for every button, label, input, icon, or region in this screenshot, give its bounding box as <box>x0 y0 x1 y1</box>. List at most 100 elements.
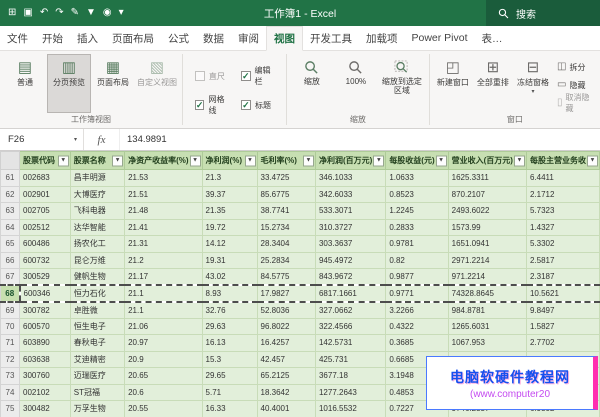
cell[interactable]: 达华智能 <box>70 219 124 236</box>
formula-bar-checkbox[interactable]: ✓ 编辑栏 <box>241 65 274 87</box>
cell[interactable]: 20.6 <box>125 384 202 401</box>
filter-icon[interactable]: ▼ <box>373 155 384 166</box>
cell[interactable]: 002102 <box>20 384 71 401</box>
cell[interactable]: 342.6033 <box>315 186 385 203</box>
app-launcher-icon[interactable]: ⊞ <box>8 8 16 18</box>
cell[interactable]: 21.1 <box>125 285 202 302</box>
new-window-button[interactable]: ◰ 新建窗口 <box>433 54 473 113</box>
cell[interactable]: 0.4322 <box>386 318 448 335</box>
row-number[interactable]: 64 <box>1 219 20 236</box>
column-header[interactable]: 股票代码▼ <box>20 152 71 170</box>
cell[interactable]: 0.8523 <box>386 186 448 203</box>
cell[interactable]: 1651.0941 <box>448 236 526 253</box>
cell[interactable]: 17.9827 <box>257 285 315 302</box>
cell[interactable]: 21.53 <box>125 170 202 187</box>
gridlines-checkbox[interactable]: ✓ 网格线 <box>195 94 228 116</box>
cell[interactable]: 21.1 <box>125 302 202 319</box>
cell[interactable]: 29.65 <box>202 368 257 385</box>
cell[interactable]: 85.6775 <box>257 186 315 203</box>
cell[interactable]: 65.2125 <box>257 368 315 385</box>
column-header[interactable]: 毛利率(%)▼ <box>257 152 315 170</box>
cell[interactable]: 25.2834 <box>257 252 315 269</box>
cell[interactable]: 600486 <box>20 236 71 253</box>
cell[interactable]: 健帆生物 <box>70 269 124 286</box>
cell[interactable]: 2.3187 <box>526 269 599 286</box>
cell[interactable]: 0.9781 <box>386 236 448 253</box>
cell[interactable]: 002901 <box>20 186 71 203</box>
funnel-icon[interactable]: ▼ <box>86 8 96 18</box>
cell[interactable]: 43.02 <box>202 269 257 286</box>
column-header[interactable]: 净利润(%)▼ <box>202 152 257 170</box>
tab-power-pivot[interactable]: Power Pivot <box>405 26 475 50</box>
cell[interactable]: 昆仑万维 <box>70 252 124 269</box>
column-header[interactable]: 净利润(百万元)▼ <box>315 152 385 170</box>
cell[interactable]: 84.5775 <box>257 269 315 286</box>
cell[interactable]: 843.9672 <box>315 269 385 286</box>
cell[interactable]: 533.3071 <box>315 203 385 220</box>
column-header[interactable]: 营业收入(百万元)▼ <box>448 152 526 170</box>
cell[interactable]: 2.1712 <box>526 186 599 203</box>
cell[interactable]: 2971.2214 <box>448 252 526 269</box>
cell[interactable]: 21.3 <box>202 170 257 187</box>
tab-review[interactable]: 审阅 <box>231 26 266 50</box>
column-header[interactable]: 每股主营业务收▼ <box>526 152 599 170</box>
cell[interactable]: 迈瑞医疗 <box>70 368 124 385</box>
cell[interactable]: 2.5817 <box>526 252 599 269</box>
cell[interactable]: 16.13 <box>202 335 257 352</box>
insert-function-button[interactable]: fx <box>84 129 120 150</box>
tab-file[interactable]: 文件 <box>0 26 35 50</box>
cell[interactable]: 600732 <box>20 252 71 269</box>
cell[interactable]: 0.9877 <box>386 269 448 286</box>
filter-icon[interactable]: ▼ <box>436 155 447 166</box>
cell[interactable]: 300782 <box>20 302 71 319</box>
tab-developer[interactable]: 开发工具 <box>303 26 359 50</box>
cell[interactable]: 春秋电子 <box>70 335 124 352</box>
row-number[interactable]: 69 <box>1 302 20 319</box>
cell[interactable]: 5.7323 <box>526 203 599 220</box>
camera-icon[interactable]: ◉ <box>103 8 112 18</box>
row-number[interactable]: 66 <box>1 252 20 269</box>
cell[interactable]: 9.8497 <box>526 302 599 319</box>
tab-data[interactable]: 数据 <box>196 26 231 50</box>
cell[interactable]: 39.37 <box>202 186 257 203</box>
cell[interactable]: ST冠福 <box>70 384 124 401</box>
cell[interactable]: 002705 <box>20 203 71 220</box>
cell[interactable]: 大博医疗 <box>70 186 124 203</box>
filter-icon[interactable]: ▼ <box>514 155 525 166</box>
tab-table-design[interactable]: 表… <box>475 26 510 50</box>
cell[interactable]: 21.2 <box>125 252 202 269</box>
cell[interactable]: 5.71 <box>202 384 257 401</box>
cell[interactable]: 艾迪精密 <box>70 351 124 368</box>
arrange-all-button[interactable]: ⊞ 全部重排 <box>473 54 513 113</box>
cell[interactable]: 19.72 <box>202 219 257 236</box>
tab-insert[interactable]: 插入 <box>70 26 105 50</box>
cell[interactable]: 300760 <box>20 368 71 385</box>
cell[interactable]: 0.2833 <box>386 219 448 236</box>
cell[interactable]: 21.51 <box>125 186 202 203</box>
row-number[interactable]: 63 <box>1 203 20 220</box>
normal-view-button[interactable]: ▤ 普通 <box>3 54 47 113</box>
chevron-down-icon[interactable]: ▾ <box>74 136 83 143</box>
cell[interactable]: 52.8036 <box>257 302 315 319</box>
filter-icon[interactable]: ▼ <box>190 155 201 166</box>
cell[interactable]: 870.2107 <box>448 186 526 203</box>
cell[interactable]: 002512 <box>20 219 71 236</box>
row-number[interactable]: 70 <box>1 318 20 335</box>
row-number[interactable]: 71 <box>1 335 20 352</box>
redo-icon[interactable]: ↷ <box>55 8 63 18</box>
cell[interactable]: 300529 <box>20 269 71 286</box>
row-number[interactable]: 67 <box>1 269 20 286</box>
split-button[interactable]: ◫ 拆分 <box>553 58 597 76</box>
cell[interactable]: 18.3642 <box>257 384 315 401</box>
page-layout-view-button[interactable]: ▦ 页面布局 <box>91 54 135 113</box>
zoom-100-button[interactable]: 100% <box>334 54 378 113</box>
cell[interactable]: 2.7702 <box>526 335 599 352</box>
row-number[interactable]: 73 <box>1 368 20 385</box>
cell[interactable]: 恒力石化 <box>70 285 124 302</box>
cell[interactable]: 20.9 <box>125 351 202 368</box>
filter-icon[interactable]: ▼ <box>58 155 69 166</box>
corner-cell[interactable] <box>1 152 20 170</box>
cell[interactable]: 32.76 <box>202 302 257 319</box>
cell[interactable]: 21.17 <box>125 269 202 286</box>
cell[interactable]: 346.1033 <box>315 170 385 187</box>
